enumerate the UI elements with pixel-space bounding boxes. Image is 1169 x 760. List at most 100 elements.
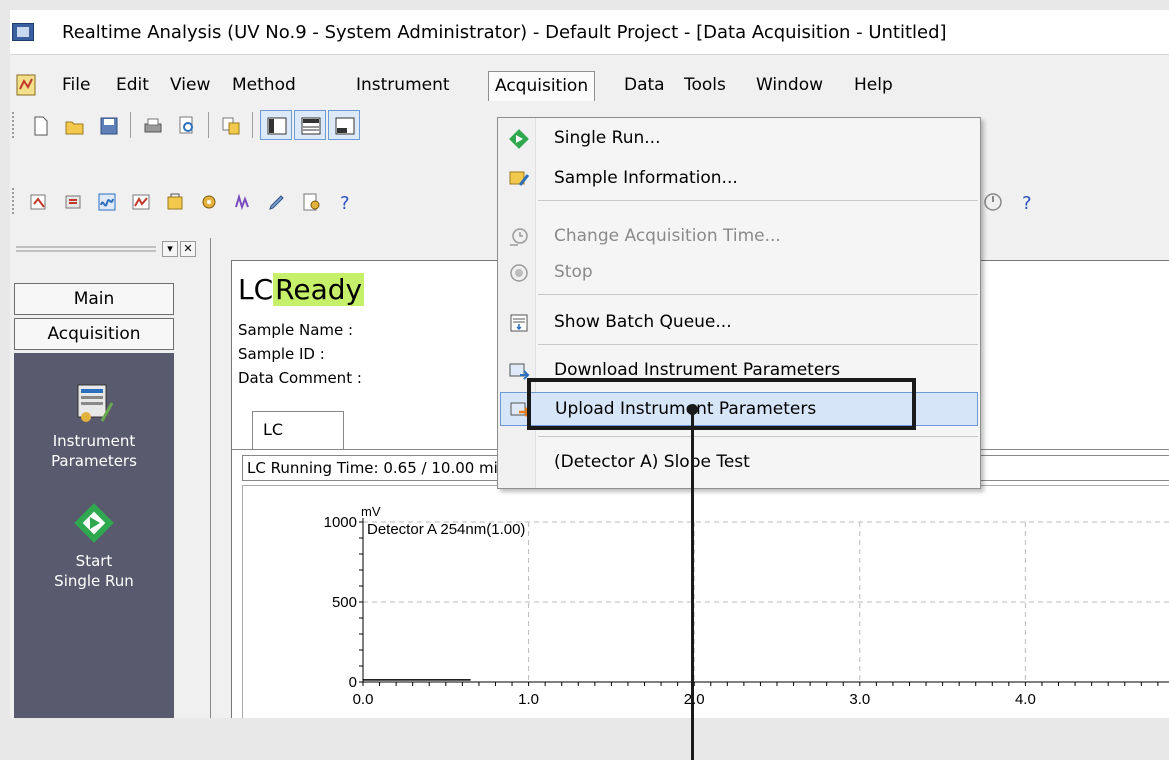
nav-tab-acquisition[interactable]: Acquisition	[14, 318, 174, 350]
copy-button[interactable]	[214, 110, 246, 140]
title-bar: Realtime Analysis (UV No.9 - System Admi…	[10, 10, 1169, 55]
save-icon	[100, 117, 118, 135]
new-file-button[interactable]	[24, 110, 56, 140]
batch-queue-icon	[510, 314, 528, 332]
y-tick-label: 1000	[324, 514, 357, 531]
y-axis-unit: mV	[361, 504, 381, 519]
callout-line	[691, 408, 694, 760]
chart-view-icon	[335, 117, 355, 135]
menu-tools[interactable]: Tools	[678, 71, 732, 101]
nav-item-label-line2: Single Run	[54, 572, 134, 590]
menu-method[interactable]: Method	[226, 71, 302, 101]
callout-highlight-box	[527, 378, 916, 430]
print-icon	[144, 118, 162, 133]
acquisition-dropdown-menu: Single Run... Sample Information... Chan…	[497, 117, 981, 489]
svg-text:?: ?	[1022, 193, 1032, 212]
save-button[interactable]	[92, 110, 124, 140]
nav-item-instrument-parameters[interactable]: Instrument Parameters	[14, 381, 174, 471]
screenshot-root: Realtime Analysis (UV No.9 - System Admi…	[0, 0, 1169, 760]
menu-item-label: Show Batch Queue...	[554, 312, 732, 332]
toolbar-separator	[130, 112, 131, 138]
help-question-icon: ?	[340, 193, 350, 212]
toolbar-button-3[interactable]	[90, 186, 122, 216]
x-tick-label: 4.0	[1015, 691, 1036, 708]
chart-view-button[interactable]	[328, 110, 360, 140]
open-folder-icon	[65, 121, 84, 135]
x-tick-label: 2.0	[684, 691, 705, 708]
help-button[interactable]: ?	[328, 186, 360, 216]
menu-item-sample-information[interactable]: Sample Information...	[500, 162, 978, 196]
dock-grip[interactable]	[16, 246, 156, 252]
calculator-view-button[interactable]	[294, 110, 326, 140]
dock-close-button[interactable]: ✕	[180, 241, 196, 257]
menu-separator	[538, 436, 978, 437]
data-comment-label: Data Comment :	[238, 369, 362, 387]
toolbar-button-7[interactable]	[226, 186, 258, 216]
menu-help[interactable]: Help	[848, 71, 899, 101]
chromatogram-icon	[132, 194, 150, 210]
menu-item-show-batch-queue[interactable]: Show Batch Queue...	[500, 306, 978, 340]
help-button-2[interactable]: ?	[1010, 186, 1042, 216]
menu-acquisition[interactable]: Acquisition	[488, 71, 596, 101]
menu-separator	[538, 200, 978, 201]
nav-item-start-single-run[interactable]: Start Single Run	[14, 503, 174, 591]
chart-svg: 0.01.02.03.04.05.005001000mVDetector A 2…	[324, 504, 1169, 708]
toolbar-button-4[interactable]	[124, 186, 156, 216]
menu-item-label: Change Acquisition Time...	[554, 226, 781, 246]
menu-view[interactable]: View	[164, 71, 216, 101]
nav-panel: Instrument Parameters Start Single Run	[14, 353, 174, 718]
toolbar-grip[interactable]	[12, 188, 16, 214]
stop-icon	[510, 264, 528, 282]
toolbar-grip[interactable]	[12, 112, 16, 138]
toolbar-button-9[interactable]	[294, 186, 326, 216]
menu-window[interactable]: Window	[750, 71, 829, 101]
legend-label: Detector A 254nm(1.00)	[367, 521, 525, 538]
menu-data[interactable]: Data	[618, 71, 671, 101]
toolbar-button-1[interactable]	[22, 186, 54, 216]
nav-item-label-line2: Parameters	[51, 452, 137, 470]
print-preview-button[interactable]	[170, 110, 202, 140]
instrument-status: LCReady	[238, 273, 365, 306]
menu-file[interactable]: File	[56, 71, 96, 101]
tab-lc[interactable]: LC	[252, 411, 344, 449]
menu-item-change-acquisition-time[interactable]: Change Acquisition Time...	[500, 220, 978, 254]
toolbar-button-6[interactable]	[192, 186, 224, 216]
menu-instrument[interactable]: Instrument	[350, 71, 456, 101]
x-tick-label: 0.0	[353, 691, 374, 708]
menu-separator	[538, 294, 978, 295]
change-time-icon	[510, 228, 528, 246]
sample-info-icon	[509, 171, 530, 186]
edit-pencil-icon	[269, 195, 284, 210]
start-single-run-icon	[74, 503, 114, 543]
menu-item-label: Single Run...	[554, 128, 661, 148]
nav-tab-main[interactable]: Main	[14, 283, 174, 315]
instrument-parameters-icon	[77, 384, 114, 422]
toolbar-button-2[interactable]	[56, 186, 88, 216]
window-title: Realtime Analysis (UV No.9 - System Admi…	[62, 22, 947, 43]
dock-dropdown-button[interactable]: ▾	[162, 241, 178, 257]
layout-view-button[interactable]	[260, 110, 292, 140]
menu-item-stop[interactable]: Stop	[500, 256, 978, 290]
menu-item-slope-test[interactable]: (Detector A) Slope Test	[500, 446, 978, 480]
toolbar-button-8[interactable]	[260, 186, 292, 216]
toolbar-button-5[interactable]	[158, 186, 190, 216]
power-icon	[984, 193, 1002, 211]
app-icon	[12, 23, 34, 41]
svg-text:?: ?	[340, 193, 350, 212]
x-tick-label: 3.0	[849, 691, 870, 708]
print-button[interactable]	[136, 110, 168, 140]
layout-view-icon	[267, 117, 287, 135]
menu-item-single-run[interactable]: Single Run...	[500, 122, 978, 156]
application-window: Realtime Analysis (UV No.9 - System Admi…	[10, 10, 1169, 718]
sample-id-label: Sample ID :	[238, 345, 325, 363]
document-menu-icon[interactable]	[14, 73, 42, 97]
open-file-button[interactable]	[58, 110, 90, 140]
wave-icon	[98, 193, 116, 211]
menu-edit[interactable]: Edit	[110, 71, 155, 101]
chromatogram-chart: 0.01.02.03.04.05.005001000mVDetector A 2…	[242, 485, 1169, 718]
batch-icon	[167, 193, 183, 210]
single-run-icon	[509, 129, 529, 149]
menu-item-label: (Detector A) Slope Test	[554, 452, 750, 472]
x-tick-label: 1.0	[518, 691, 539, 708]
status-state: Ready	[273, 273, 365, 306]
